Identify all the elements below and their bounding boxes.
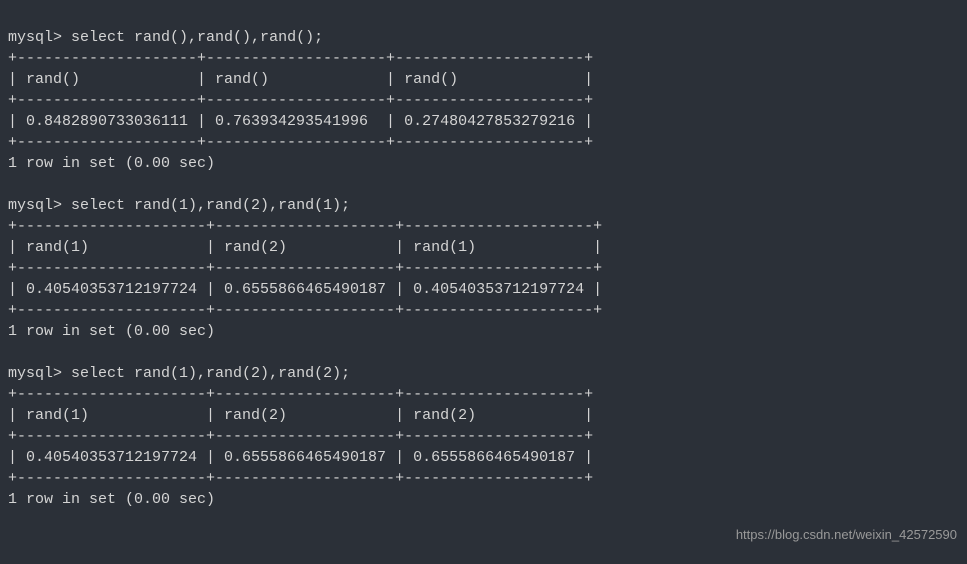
table-row: | 0.40540353712197724 | 0.65558664654901… — [8, 449, 593, 466]
table-header: | rand(1) | rand(2) | rand(2) | — [8, 407, 593, 424]
table-border: +---------------------+-----------------… — [8, 218, 602, 235]
table-border: +--------------------+------------------… — [8, 50, 593, 67]
prompt: mysql> — [8, 29, 62, 46]
table-border: +--------------------+------------------… — [8, 92, 593, 109]
table-border: +---------------------+-----------------… — [8, 260, 602, 277]
prompt: mysql> — [8, 197, 62, 214]
table-border: +--------------------+------------------… — [8, 134, 593, 151]
table-border: +---------------------+-----------------… — [8, 470, 593, 487]
prompt: mysql> — [8, 365, 62, 382]
result-footer: 1 row in set (0.00 sec) — [8, 323, 215, 340]
result-footer: 1 row in set (0.00 sec) — [8, 155, 215, 172]
result-footer: 1 row in set (0.00 sec) — [8, 491, 215, 508]
sql-command: select rand(1),rand(2),rand(2); — [71, 365, 350, 382]
table-row: | 0.8482890733036111 | 0.763934293541996… — [8, 113, 593, 130]
table-border: +---------------------+-----------------… — [8, 302, 602, 319]
sql-command: select rand(),rand(),rand(); — [71, 29, 323, 46]
sql-command: select rand(1),rand(2),rand(1); — [71, 197, 350, 214]
table-border: +---------------------+-----------------… — [8, 428, 593, 445]
table-header: | rand() | rand() | rand() | — [8, 71, 593, 88]
table-row: | 0.40540353712197724 | 0.65558664654901… — [8, 281, 602, 298]
watermark-text: https://blog.csdn.net/weixin_42572590 — [736, 526, 957, 544]
terminal-output: mysql> select rand(),rand(),rand(); +---… — [8, 6, 959, 510]
table-border: +---------------------+-----------------… — [8, 386, 593, 403]
table-header: | rand(1) | rand(2) | rand(1) | — [8, 239, 602, 256]
